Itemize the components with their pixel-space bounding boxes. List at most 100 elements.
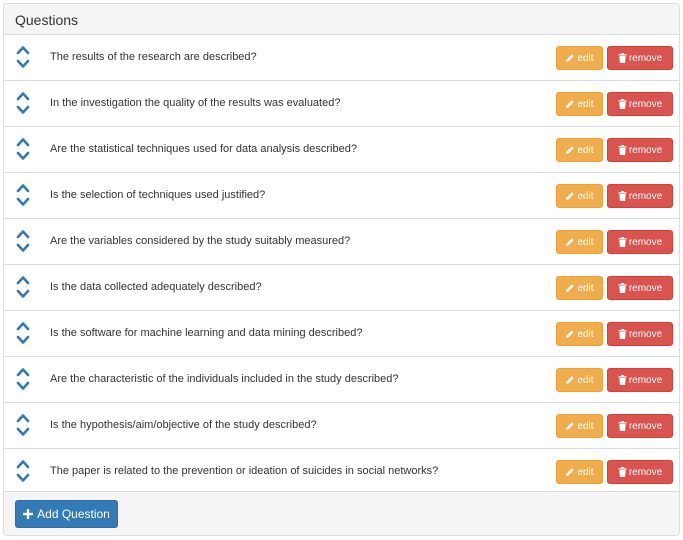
remove-label: remove xyxy=(628,236,663,248)
chevron-down-icon[interactable] xyxy=(16,472,30,484)
chevron-up-icon[interactable] xyxy=(16,412,30,424)
remove-label: remove xyxy=(628,420,663,432)
chevron-up-icon[interactable] xyxy=(16,44,30,56)
edit-button[interactable]: edit xyxy=(556,138,603,162)
edit-label: edit xyxy=(577,236,594,248)
reorder-controls xyxy=(16,90,30,118)
chevron-down-icon[interactable] xyxy=(16,150,30,162)
trash-icon xyxy=(618,191,627,201)
trash-icon xyxy=(618,421,627,431)
remove-button[interactable]: remove xyxy=(607,138,673,162)
edit-label: edit xyxy=(577,328,594,340)
edit-button[interactable]: edit xyxy=(556,92,603,116)
question-text: Are the statistical techniques used for … xyxy=(50,143,357,155)
question-row: Is the selection of techniques used just… xyxy=(4,173,679,219)
trash-icon xyxy=(618,53,627,63)
trash-icon xyxy=(618,467,627,477)
trash-icon xyxy=(618,329,627,339)
remove-button[interactable]: remove xyxy=(607,230,673,254)
remove-label: remove xyxy=(628,282,663,294)
pencil-icon xyxy=(565,421,575,431)
remove-button[interactable]: remove xyxy=(607,414,673,438)
panel-title: Questions xyxy=(4,4,679,35)
question-list: The results of the research are describe… xyxy=(4,35,679,495)
chevron-up-icon[interactable] xyxy=(16,320,30,332)
remove-button[interactable]: remove xyxy=(607,184,673,208)
chevron-up-icon[interactable] xyxy=(16,136,30,148)
edit-label: edit xyxy=(577,190,594,202)
chevron-down-icon[interactable] xyxy=(16,196,30,208)
chevron-down-icon[interactable] xyxy=(16,380,30,392)
question-row: In the investigation the quality of the … xyxy=(4,81,679,127)
edit-button[interactable]: edit xyxy=(556,368,603,392)
edit-button[interactable]: edit xyxy=(556,230,603,254)
pencil-icon xyxy=(565,237,575,247)
chevron-up-icon[interactable] xyxy=(16,366,30,378)
chevron-down-icon[interactable] xyxy=(16,58,30,70)
question-row: Are the variables considered by the stud… xyxy=(4,219,679,265)
chevron-up-icon[interactable] xyxy=(16,458,30,470)
add-question-button[interactable]: Add Question xyxy=(15,500,118,528)
reorder-controls xyxy=(16,412,30,440)
pencil-icon xyxy=(565,191,575,201)
question-text: In the investigation the quality of the … xyxy=(50,97,341,109)
edit-label: edit xyxy=(577,98,594,110)
edit-button[interactable]: edit xyxy=(556,276,603,300)
chevron-up-icon[interactable] xyxy=(16,228,30,240)
remove-label: remove xyxy=(628,98,663,110)
remove-label: remove xyxy=(628,190,663,202)
question-text: The results of the research are describe… xyxy=(50,51,257,63)
remove-button[interactable]: remove xyxy=(607,460,673,484)
remove-button[interactable]: remove xyxy=(607,322,673,346)
question-row: Is the data collected adequately describ… xyxy=(4,265,679,311)
chevron-down-icon[interactable] xyxy=(16,242,30,254)
remove-button[interactable]: remove xyxy=(607,46,673,70)
reorder-controls xyxy=(16,274,30,302)
pencil-icon xyxy=(565,467,575,477)
question-text: Are the characteristic of the individual… xyxy=(50,373,399,385)
trash-icon xyxy=(618,283,627,293)
question-text: Is the selection of techniques used just… xyxy=(50,189,266,201)
remove-label: remove xyxy=(628,466,663,478)
panel-footer: Add Question xyxy=(4,491,679,535)
reorder-controls xyxy=(16,44,30,72)
edit-label: edit xyxy=(577,420,594,432)
plus-icon xyxy=(23,509,34,519)
edit-button[interactable]: edit xyxy=(556,184,603,208)
reorder-controls xyxy=(16,320,30,348)
chevron-up-icon[interactable] xyxy=(16,90,30,102)
question-row: The paper is related to the prevention o… xyxy=(4,449,679,495)
question-text: Is the data collected adequately describ… xyxy=(50,281,262,293)
add-question-label: Add Question xyxy=(37,507,110,521)
remove-button[interactable]: remove xyxy=(607,276,673,300)
reorder-controls xyxy=(16,182,30,210)
chevron-down-icon[interactable] xyxy=(16,334,30,346)
remove-label: remove xyxy=(628,52,663,64)
chevron-down-icon[interactable] xyxy=(16,104,30,116)
edit-label: edit xyxy=(577,374,594,386)
edit-button[interactable]: edit xyxy=(556,414,603,438)
trash-icon xyxy=(618,99,627,109)
chevron-up-icon[interactable] xyxy=(16,274,30,286)
chevron-down-icon[interactable] xyxy=(16,426,30,438)
pencil-icon xyxy=(565,53,575,63)
edit-button[interactable]: edit xyxy=(556,322,603,346)
reorder-controls xyxy=(16,228,30,256)
edit-button[interactable]: edit xyxy=(556,46,603,70)
pencil-icon xyxy=(565,145,575,155)
question-row: Is the software for machine learning and… xyxy=(4,311,679,357)
trash-icon xyxy=(618,375,627,385)
edit-label: edit xyxy=(577,52,594,64)
chevron-up-icon[interactable] xyxy=(16,182,30,194)
edit-label: edit xyxy=(577,466,594,478)
edit-label: edit xyxy=(577,144,594,156)
chevron-down-icon[interactable] xyxy=(16,288,30,300)
question-row: The results of the research are describe… xyxy=(4,35,679,81)
reorder-controls xyxy=(16,136,30,164)
edit-button[interactable]: edit xyxy=(556,460,603,484)
remove-button[interactable]: remove xyxy=(607,92,673,116)
pencil-icon xyxy=(565,375,575,385)
remove-button[interactable]: remove xyxy=(607,368,673,392)
remove-label: remove xyxy=(628,328,663,340)
question-text: The paper is related to the prevention o… xyxy=(50,465,439,477)
